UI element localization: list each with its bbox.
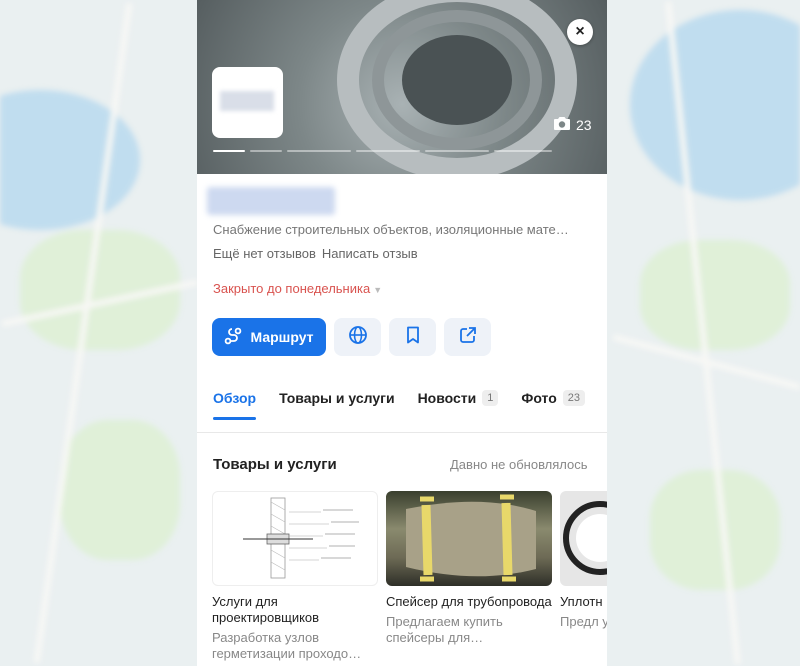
write-review-link[interactable]: Написать отзыв [322, 246, 418, 261]
tab-overview[interactable]: Обзор [213, 390, 257, 420]
product-image [386, 491, 552, 586]
section-title: Товары и услуги [213, 456, 337, 473]
product-description: Разработка узлов герметизации проходо… [212, 630, 362, 661]
update-note: Давно не обновлялось [450, 457, 588, 472]
bookmark-icon [405, 326, 421, 349]
product-title: Уплотн простр… [560, 594, 607, 609]
route-icon [224, 327, 242, 348]
logo-placeholder [220, 91, 274, 111]
globe-icon [348, 325, 368, 350]
tab-label: Фото [521, 390, 557, 406]
organization-name [207, 187, 335, 215]
working-hours-status[interactable]: Закрыто до понедельника ▼ [213, 281, 382, 296]
organization-card: × 23 Снабжение строительных объектов, из… [197, 0, 607, 666]
tab-bar: Обзор Товары и услуги Новости 1 Фото 23 … [213, 390, 607, 420]
photo-progress [213, 150, 552, 152]
tab-goods[interactable]: Товары и услуги [279, 390, 394, 406]
route-button[interactable]: Маршрут [212, 318, 326, 356]
photo-count-label: 23 [576, 117, 592, 133]
tab-label: Товары и услуги [279, 390, 395, 406]
count-badge: 23 [562, 390, 586, 406]
tab-news[interactable]: Новости 1 [418, 390, 499, 406]
product-description: Предлагаем купить спейсеры для… [386, 614, 503, 645]
reviews-status: Ещё нет отзывов [213, 246, 316, 261]
hero-photo[interactable]: × 23 [197, 0, 607, 174]
product-card[interactable]: Услуги для проектировщиков Разработка уз… [212, 491, 378, 662]
organization-category: Снабжение строительных объектов, изоляци… [213, 222, 569, 237]
product-description: Предл уплотн [560, 614, 607, 629]
website-button[interactable] [334, 318, 381, 356]
chevron-down-icon: ▼ [373, 285, 383, 295]
product-image [212, 491, 378, 586]
company-logo [212, 67, 283, 138]
product-card[interactable]: Спейсер для трубопровода Предлагаем купи… [386, 491, 552, 662]
route-label: Маршрут [250, 329, 314, 345]
camera-icon [553, 116, 571, 134]
product-image [560, 491, 607, 586]
share-button[interactable] [444, 318, 491, 356]
tab-label: Новости [417, 390, 477, 406]
products-carousel[interactable]: Услуги для проектировщиков Разработка уз… [212, 491, 607, 662]
close-icon: × [575, 23, 585, 40]
photo-counter[interactable]: 23 [553, 116, 592, 134]
tabs-divider [197, 432, 607, 433]
product-title: Услуги для проектировщиков [212, 594, 320, 625]
share-icon [459, 326, 477, 349]
tab-photos[interactable]: Фото 23 [521, 390, 586, 406]
product-title: Спейсер для трубопровода [386, 594, 552, 609]
reviews-row: Ещё нет отзывов Написать отзыв [213, 246, 418, 261]
count-badge: 1 [482, 390, 499, 406]
bookmark-button[interactable] [389, 318, 436, 356]
tab-label: Обзор [213, 390, 257, 406]
action-bar: Маршрут [212, 318, 491, 356]
status-text: Закрыто до понедельника [213, 281, 371, 296]
product-card[interactable]: Уплотн простр… Предл уплотн [560, 491, 607, 662]
close-button[interactable]: × [567, 19, 593, 45]
